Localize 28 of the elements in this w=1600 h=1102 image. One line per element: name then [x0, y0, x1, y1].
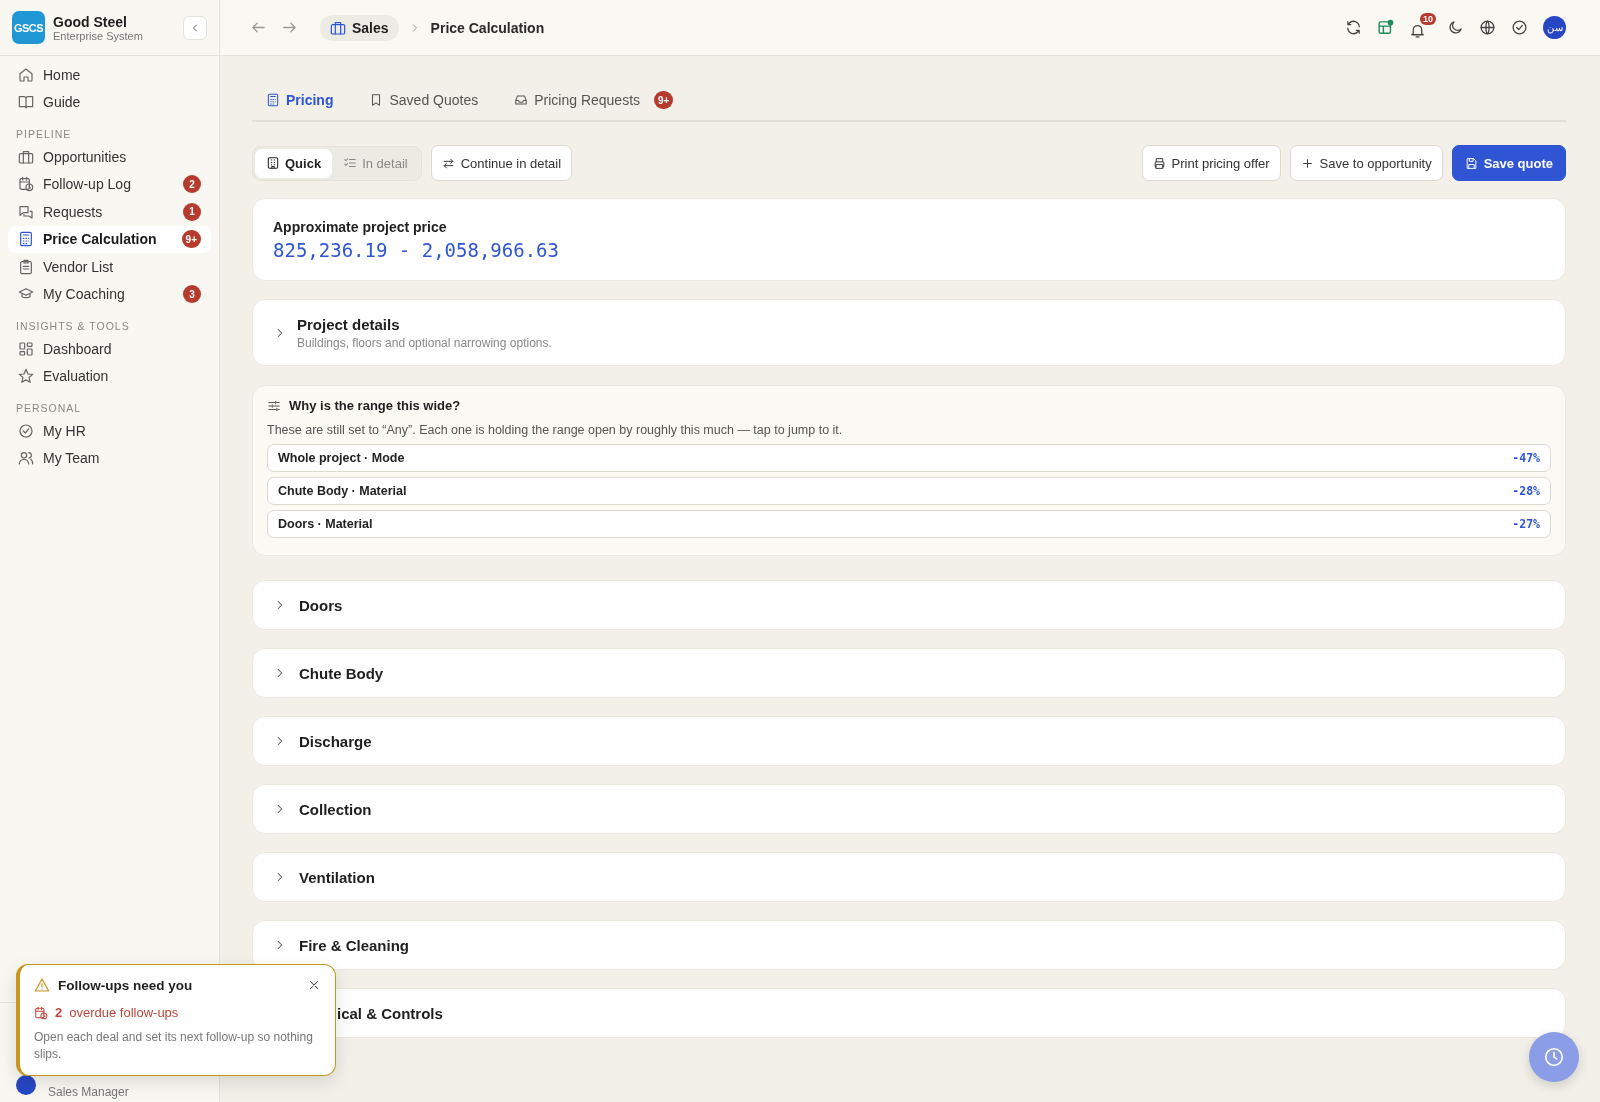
- panel-description: These are still set to “Any”. Each one is holding the range open by roughly this much — tap to jump to it.: [267, 423, 844, 437]
- panel-title: Fire & Cleaning: [299, 936, 410, 954]
- toast-title: Follow-ups need you: [58, 977, 194, 993]
- panel-title: Ventilation: [299, 868, 375, 886]
- logo: GSCS: [12, 11, 45, 44]
- count-badge: 9+: [181, 230, 201, 249]
- count-badge: 1: [183, 202, 201, 221]
- panel-title: Project details: [297, 315, 401, 333]
- count-badge: 3: [183, 285, 201, 304]
- count-badge: 2: [183, 175, 201, 194]
- panel-title: Chute Body: [299, 664, 384, 682]
- panel-title: Collection: [299, 800, 372, 818]
- breadcrumb-current: Price Calculation: [430, 19, 545, 36]
- notification-badge: 10: [1420, 12, 1436, 25]
- price-range: 825,236.19 - 2,058,966.63: [273, 239, 560, 261]
- panel-title: Doors: [299, 596, 343, 614]
- section-heading: INSIGHTS & TOOLS: [15, 319, 131, 334]
- user-role: Sales Manager: [48, 1085, 129, 1099]
- price-label: Approximate project price: [273, 219, 448, 235]
- app-name: Good Steel: [53, 13, 128, 30]
- panel-title: Discharge: [299, 732, 372, 750]
- app-subtitle: Enterprise System: [53, 29, 144, 42]
- panel-title: Why is the range this wide?: [289, 398, 461, 413]
- count-badge: 9+: [654, 91, 674, 109]
- section-heading: PIPELINE: [15, 127, 73, 142]
- section-heading: PERSONAL: [15, 401, 83, 416]
- panel-title: ical & Controls: [337, 1004, 443, 1022]
- panel-subtitle: Buildings, floors and optional narrowing options.: [297, 335, 552, 350]
